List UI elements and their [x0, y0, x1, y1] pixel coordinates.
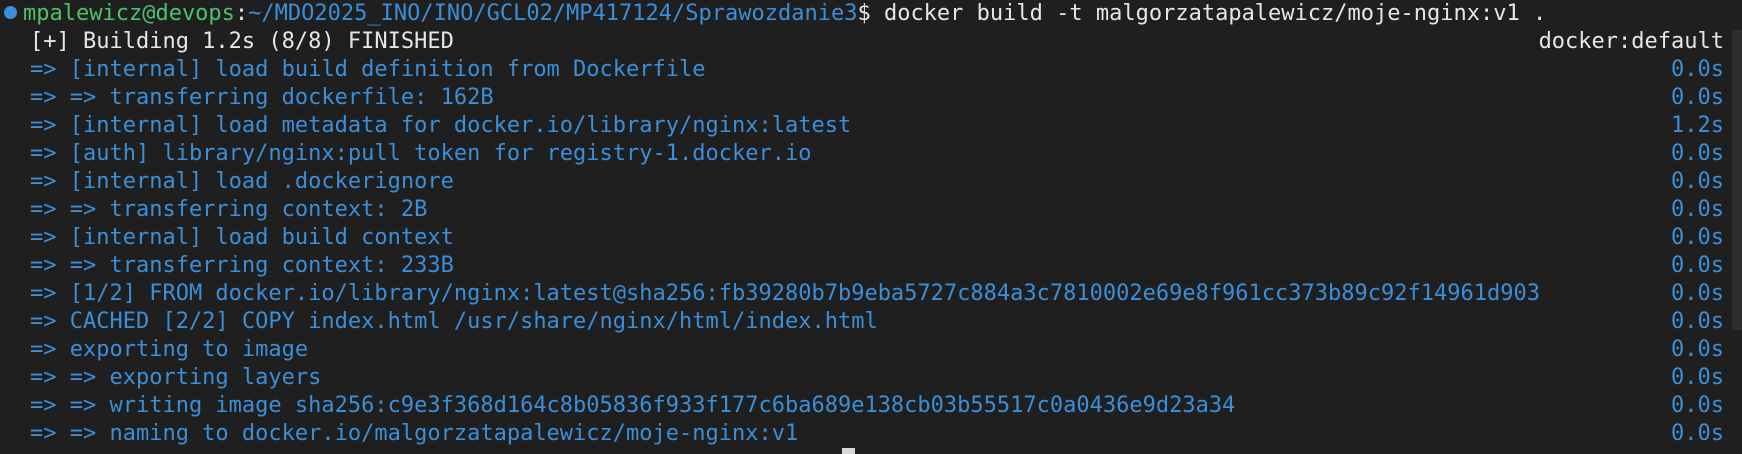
- build-step-time: 0.0s: [1671, 337, 1724, 362]
- build-step-time: 0.0s: [1671, 141, 1724, 166]
- build-step: => CACHED [2/2] COPY index.html /usr/sha…: [0, 308, 1742, 336]
- scrollbar[interactable]: [1732, 30, 1742, 330]
- build-step: => [internal] load .dockerignore 0.0s: [0, 168, 1742, 196]
- build-step-text: => [internal] load .dockerignore: [30, 169, 454, 194]
- build-step: => [internal] load build context 0.0s: [0, 224, 1742, 252]
- build-step: => => transferring context: 2B 0.0s: [0, 196, 1742, 224]
- build-step-time: 0.0s: [1671, 57, 1724, 82]
- build-step-text: => => transferring context: 233B: [30, 253, 454, 278]
- build-step-text: => => transferring context: 2B: [30, 197, 428, 222]
- build-step: => => exporting layers 0.0s: [0, 364, 1742, 392]
- build-step-time: 0.0s: [1671, 393, 1724, 418]
- build-step-text: => => naming to docker.io/malgorzatapale…: [30, 421, 799, 446]
- terminal-cursor: [842, 448, 855, 454]
- build-status-line: [+] Building 1.2s (8/8) FINISHED docker:d…: [0, 28, 1742, 56]
- build-step-text: => [internal] load build definition from…: [30, 57, 706, 82]
- build-step: => => transferring context: 233B 0.0s: [0, 252, 1742, 280]
- build-step-text: => => transferring dockerfile: 162B: [30, 85, 494, 110]
- build-status: [+] Building 1.2s (8/8) FINISHED: [30, 29, 454, 54]
- build-context: docker:default: [1538, 29, 1724, 54]
- prompt-user-host: mpalewicz@devops: [23, 1, 235, 26]
- terminal-window[interactable]: mpalewicz@devops:~/MDO2025_INO/INO/GCL02…: [0, 0, 1742, 454]
- build-step: => [auth] library/nginx:pull token for r…: [0, 140, 1742, 168]
- build-step-time: 0.0s: [1671, 225, 1724, 250]
- build-step-text: => CACHED [2/2] COPY index.html /usr/sha…: [30, 309, 878, 334]
- build-step-text: => [internal] load metadata for docker.i…: [30, 113, 852, 138]
- prompt-cwd: ~/MDO2025_INO/INO/GCL02/MP417124/Sprawoz…: [248, 1, 858, 26]
- build-step-time: 0.0s: [1671, 421, 1724, 446]
- build-step-text: => [1/2] FROM docker.io/library/nginx:la…: [30, 281, 1540, 306]
- build-step-time: 0.0s: [1671, 365, 1724, 390]
- prompt-symbol: $: [857, 1, 871, 26]
- build-step-time: 0.0s: [1671, 253, 1724, 278]
- build-step-time: 0.0s: [1671, 197, 1724, 222]
- build-step: => [internal] load build definition from…: [0, 56, 1742, 84]
- build-step-time: 1.2s: [1671, 113, 1724, 138]
- build-step: => exporting to image 0.0s: [0, 336, 1742, 364]
- build-step-time: 0.0s: [1671, 169, 1724, 194]
- prompt-command: docker build -t malgorzatapalewicz/moje-…: [870, 1, 1547, 26]
- build-step: => [1/2] FROM docker.io/library/nginx:la…: [0, 280, 1742, 308]
- build-step-time: 0.0s: [1671, 281, 1724, 306]
- prompt-colon: :: [234, 1, 249, 26]
- status-dot-icon: [4, 6, 17, 19]
- build-step: => => writing image sha256:c9e3f368d164c…: [0, 392, 1742, 420]
- build-step-time: 0.0s: [1671, 309, 1724, 334]
- build-step-text: => exporting to image: [30, 337, 309, 362]
- prompt-line: mpalewicz@devops:~/MDO2025_INO/INO/GCL02…: [0, 0, 1742, 28]
- build-step-time: 0.0s: [1671, 85, 1724, 110]
- build-step-text: => => exporting layers: [30, 365, 322, 390]
- build-step: => => naming to docker.io/malgorzatapale…: [0, 420, 1742, 448]
- build-step-text: => [auth] library/nginx:pull token for r…: [30, 141, 812, 166]
- build-step: => [internal] load metadata for docker.i…: [0, 112, 1742, 140]
- build-step-text: => => writing image sha256:c9e3f368d164c…: [30, 393, 1236, 418]
- build-step: => => transferring dockerfile: 162B 0.0s: [0, 84, 1742, 112]
- build-step-text: => [internal] load build context: [30, 225, 454, 250]
